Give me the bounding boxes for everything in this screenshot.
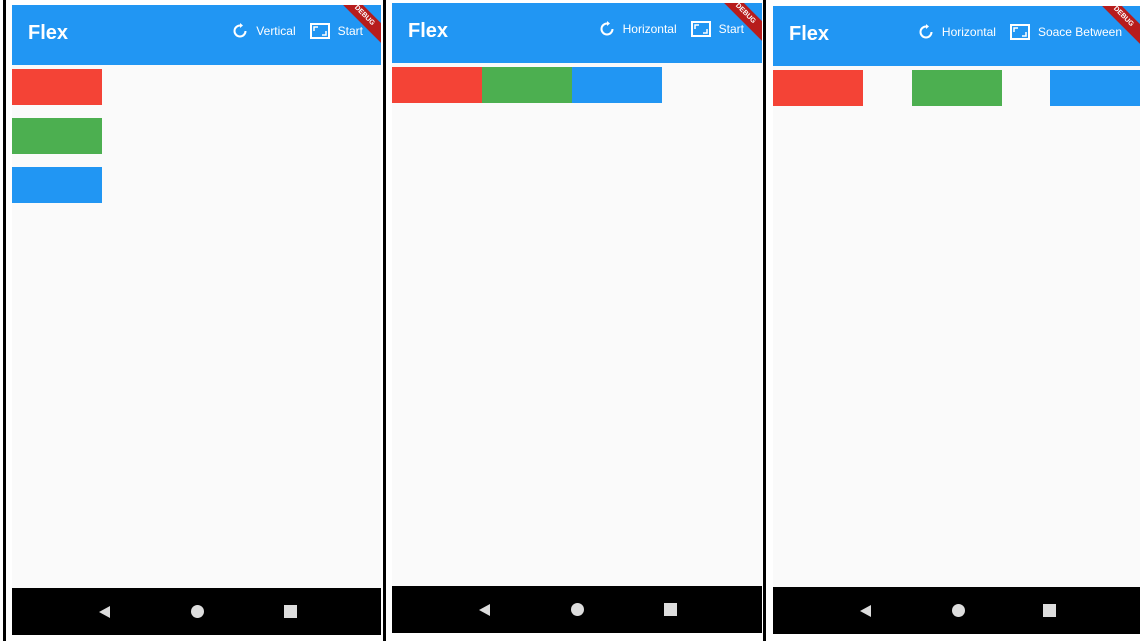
aspect-ratio-icon[interactable]: [309, 23, 330, 39]
flex-container: [392, 63, 762, 583]
app-title: Flex: [789, 23, 830, 45]
red-box: [392, 67, 482, 103]
recents-icon[interactable]: [650, 586, 690, 633]
recents-icon[interactable]: [270, 588, 310, 635]
aspect-ratio-icon[interactable]: [1009, 24, 1030, 40]
home-icon[interactable]: [938, 587, 978, 634]
back-icon[interactable]: [464, 586, 504, 633]
direction-toggle-button[interactable]: Horizontal: [623, 22, 677, 36]
aspect-ratio-icon[interactable]: [690, 21, 711, 37]
system-nav-bar: [12, 588, 381, 635]
app-bar: Flex Horizontal Start DEBUG: [392, 3, 762, 63]
system-nav-bar: [392, 586, 762, 633]
green-box: [912, 70, 1002, 106]
app-title: Flex: [28, 22, 69, 44]
rotate-icon[interactable]: [599, 21, 615, 37]
blue-box: [12, 167, 102, 203]
flex-container: [773, 66, 1140, 584]
flex-container: [12, 65, 381, 585]
rotate-icon[interactable]: [918, 24, 934, 40]
alignment-toggle-button[interactable]: Start: [338, 24, 363, 38]
direction-toggle-button[interactable]: Vertical: [256, 24, 295, 38]
home-icon[interactable]: [557, 586, 597, 633]
direction-toggle-button[interactable]: Horizontal: [942, 25, 996, 39]
green-box: [482, 67, 572, 103]
back-icon[interactable]: [84, 588, 124, 635]
screenshot-divider: [763, 0, 766, 641]
back-icon[interactable]: [845, 587, 885, 634]
blue-box: [1050, 70, 1140, 106]
home-icon[interactable]: [177, 588, 217, 635]
app-bar: Flex Horizontal Soace Between DEBUG: [773, 6, 1140, 66]
rotate-icon[interactable]: [232, 23, 248, 39]
app-title: Flex: [408, 20, 449, 42]
alignment-toggle-button[interactable]: Soace Between: [1038, 25, 1122, 39]
blue-box: [572, 67, 662, 103]
red-box: [773, 70, 863, 106]
phone-screen-horizontal-start: Flex Horizontal Start DEBUG: [392, 3, 762, 633]
phone-screen-horizontal-space-between: Flex Horizontal Soace Between DEBUG: [773, 6, 1140, 634]
phone-screen-vertical-start: Flex Vertical Start DEBUG: [12, 5, 381, 635]
system-nav-bar: [773, 587, 1140, 634]
recents-icon[interactable]: [1029, 587, 1069, 634]
screenshot-divider: [3, 0, 6, 641]
red-box: [12, 69, 102, 105]
alignment-toggle-button[interactable]: Start: [719, 22, 744, 36]
app-bar: Flex Vertical Start DEBUG: [12, 5, 381, 65]
screenshot-divider: [383, 0, 386, 641]
green-box: [12, 118, 102, 154]
